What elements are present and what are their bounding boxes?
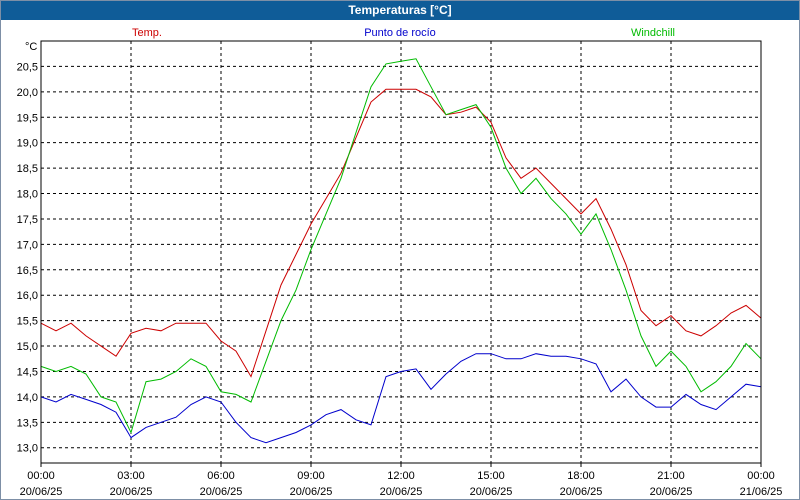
x-tick-date: 20/06/25 xyxy=(290,486,333,498)
y-tick-label: 15,5 xyxy=(17,316,38,328)
chart-svg: 13,0 13,5 14,0 14,5 15,0 15,5 16,0 16,5 17,0 17,5… xyxy=(17,27,783,498)
y-tick-label: 17,5 xyxy=(17,214,38,226)
legend-entry: Punto de rocío xyxy=(364,27,436,39)
x-tick-date: 21/06/25 xyxy=(740,486,783,498)
chart-window: Temperaturas [°C] 13,0 13,5 14,0 14,5 15,0 15… xyxy=(0,0,800,500)
y-tick-label: 20,5 xyxy=(17,61,38,73)
y-axis-unit-label: °C xyxy=(25,41,37,53)
y-tick-label: 15,0 xyxy=(17,341,38,353)
y-tick-label: 14,0 xyxy=(17,392,38,404)
y-tick-label: 20,0 xyxy=(17,87,38,99)
x-tick-time: 21:00 xyxy=(657,470,685,482)
x-tick-time: 18:00 xyxy=(567,470,595,482)
y-tick-label: 19,0 xyxy=(17,138,38,150)
y-axis: 13,0 13,5 14,0 14,5 15,0 15,5 16,0 16,5 17,0 17,5… xyxy=(17,61,38,454)
y-tick-label: 16,5 xyxy=(17,265,38,277)
y-tick-label: 17,0 xyxy=(17,239,38,251)
legend-entry: Windchill xyxy=(631,27,675,39)
x-tick-date: 20/06/25 xyxy=(200,486,243,498)
x-tick-date: 20/06/25 xyxy=(470,486,513,498)
x-tick-date: 20/06/25 xyxy=(20,486,63,498)
y-tick-label: 14,5 xyxy=(17,366,38,378)
legend-entry: Temp. xyxy=(132,27,162,39)
x-tick-date: 20/06/25 xyxy=(650,486,693,498)
y-tick-label: 19,5 xyxy=(17,112,38,124)
x-tick-date: 20/06/25 xyxy=(380,486,423,498)
x-tick-date: 20/06/25 xyxy=(560,486,603,498)
y-tick-label: 18,5 xyxy=(17,163,38,175)
x-tick-time: 12:00 xyxy=(387,470,415,482)
y-tick-label: 16,0 xyxy=(17,290,38,302)
x-tick-time: 15:00 xyxy=(477,470,505,482)
y-tick-label: 18,0 xyxy=(17,189,38,201)
x-tick-time: 06:00 xyxy=(207,470,235,482)
x-tick-time: 00:00 xyxy=(27,470,55,482)
legend: Temp. Punto de rocío Windchill xyxy=(132,27,675,39)
x-axis: 00:00 20/06/25 03:00 20/06/25 06:00 20/06/25 0… xyxy=(20,463,783,498)
x-tick-time: 03:00 xyxy=(117,470,145,482)
y-tick-label: 13,0 xyxy=(17,443,38,455)
x-tick-date: 20/06/25 xyxy=(110,486,153,498)
x-tick-time: 09:00 xyxy=(297,470,325,482)
y-tick-label: 13,5 xyxy=(17,417,38,429)
x-tick-time: 00:00 xyxy=(747,470,775,482)
grid xyxy=(41,41,761,463)
